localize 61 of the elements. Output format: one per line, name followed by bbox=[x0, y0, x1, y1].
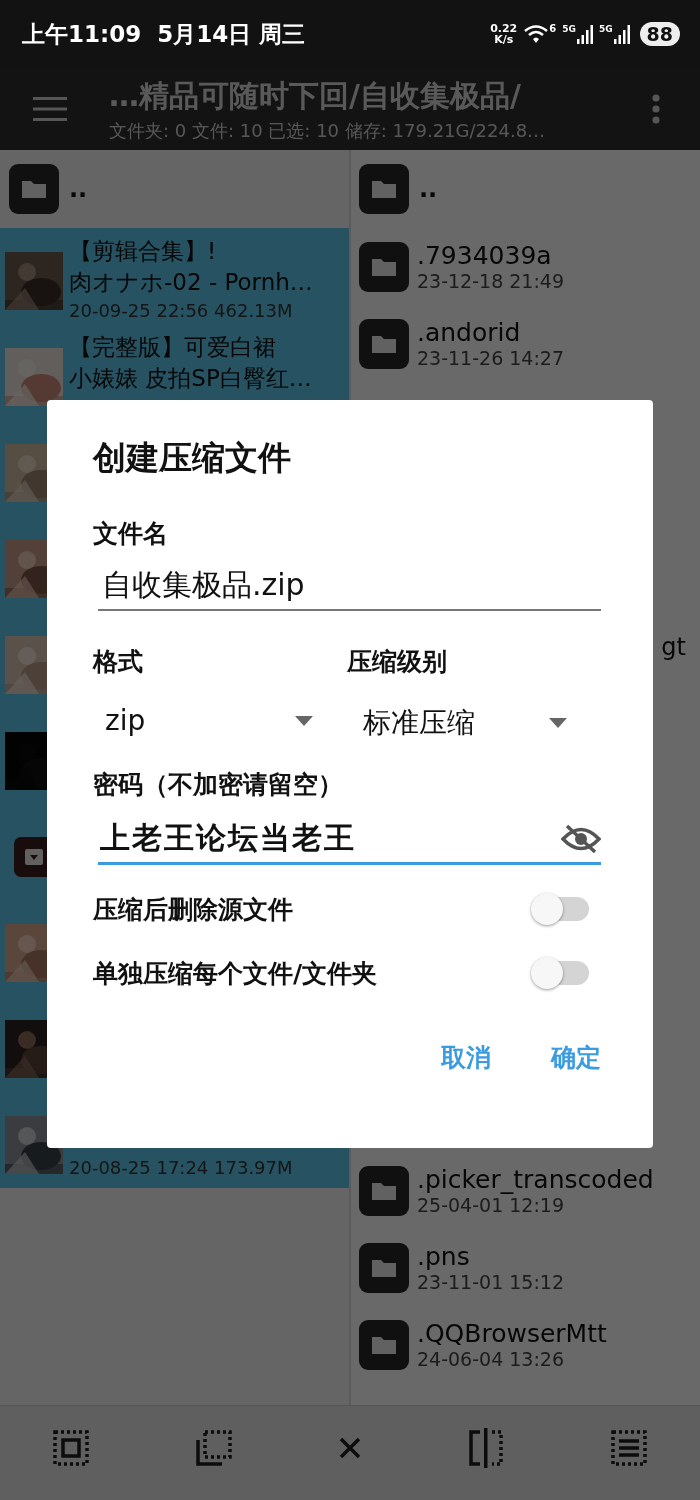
select-all-icon[interactable] bbox=[53, 1430, 90, 1466]
dialog-button[interactable]: 确定 bbox=[551, 1037, 601, 1078]
compression-level-dropdown[interactable]: 标准压缩 bbox=[347, 704, 567, 742]
folder-name[interactable]: .7934039a bbox=[417, 241, 565, 270]
folder-name[interactable]: gt bbox=[661, 632, 686, 661]
folder-stats: 文件夹: 0 文件: 10 已选: 10 储存: 179.21G/224.8… bbox=[109, 118, 547, 143]
folder-date: 23-11-01 15:12 bbox=[417, 1271, 565, 1293]
signal-icon bbox=[613, 24, 630, 44]
path-title: …精品可随时下回/自收集极品/ bbox=[109, 76, 522, 115]
caret-icon bbox=[295, 715, 313, 726]
folder-icon[interactable] bbox=[359, 318, 409, 369]
option-label: 单独压缩每个文件/文件夹 bbox=[93, 957, 378, 990]
folder-name[interactable]: .pns bbox=[417, 1242, 565, 1271]
file-name: 肉オナホ-02 - Pornh… bbox=[69, 268, 313, 297]
network-label: 5G bbox=[598, 24, 613, 34]
field-label: 密码（不加密请留空） bbox=[93, 769, 343, 801]
file-row[interactable]: 【剪辑合集】! 肉オナホ-02 - Pornh… 20-09-25 22:56 462.13M bbox=[0, 228, 349, 324]
filename-field[interactable]: 自收集极品.zip bbox=[98, 562, 601, 611]
more-options-icon[interactable] bbox=[652, 94, 660, 124]
option-label: 压缩后删除源文件 bbox=[93, 893, 293, 926]
wifi-icon bbox=[523, 23, 550, 45]
folder-date: 24-06-04 13:26 bbox=[417, 1348, 566, 1370]
folder-icon[interactable] bbox=[359, 1319, 409, 1370]
format-dropdown[interactable]: zip bbox=[93, 704, 313, 737]
parent-folder-name[interactable]: .. bbox=[69, 175, 88, 203]
file-meta: 20-08-25 17:24 173.97M bbox=[69, 1156, 293, 1180]
network-speed: 0.22 K/s bbox=[490, 23, 518, 45]
status-time: 上午11:09 5月14日 周三 bbox=[22, 19, 306, 49]
file-meta: 20-09-25 22:56 462.13M bbox=[69, 299, 294, 323]
folder-date: 25-04-01 12:19 bbox=[417, 1194, 566, 1216]
eye-off-icon[interactable] bbox=[561, 823, 601, 854]
folder-name[interactable]: .picker_transcoded bbox=[417, 1165, 654, 1194]
folder-icon[interactable] bbox=[359, 1242, 409, 1293]
file-name: 【剪辑合集】! bbox=[69, 237, 218, 266]
field-label: 格式 bbox=[93, 646, 143, 678]
folder-date: 23-11-26 14:27 bbox=[417, 347, 565, 369]
file-name: 【完整版】可爱白裙 bbox=[69, 333, 277, 362]
folder-name[interactable]: .QQBrowserMtt bbox=[417, 1319, 607, 1348]
wifi-generation-label: 6 bbox=[549, 23, 557, 34]
network-label: 5G bbox=[562, 24, 576, 34]
file-name: 小婊婊 皮拍SP白臀红… bbox=[69, 364, 312, 393]
dialog-button[interactable]: 取消 bbox=[441, 1037, 491, 1078]
folder-name[interactable]: .andorid bbox=[417, 318, 565, 347]
dialog-title: 创建压缩文件 bbox=[93, 437, 291, 479]
folder-icon[interactable] bbox=[359, 1165, 409, 1216]
caret-icon bbox=[549, 718, 567, 728]
list-select-icon[interactable] bbox=[610, 1430, 647, 1466]
invert-selection-icon[interactable] bbox=[468, 1428, 505, 1468]
folder-icon[interactable] bbox=[359, 164, 409, 214]
field-label: 压缩级别 bbox=[347, 646, 447, 678]
menu-icon[interactable] bbox=[33, 97, 67, 121]
folder-icon[interactable] bbox=[359, 241, 409, 292]
field-label: 文件名 bbox=[93, 518, 168, 550]
select-range-icon[interactable] bbox=[195, 1430, 232, 1466]
signal-icon bbox=[576, 24, 593, 44]
parent-folder-name[interactable]: .. bbox=[419, 175, 438, 203]
close-icon[interactable] bbox=[337, 1436, 362, 1460]
folder-icon[interactable] bbox=[9, 164, 59, 214]
password-field[interactable]: 上老王论坛当老王 bbox=[98, 821, 601, 865]
battery-level: 88 bbox=[639, 22, 680, 46]
folder-date: 23-12-18 21:49 bbox=[417, 270, 565, 292]
